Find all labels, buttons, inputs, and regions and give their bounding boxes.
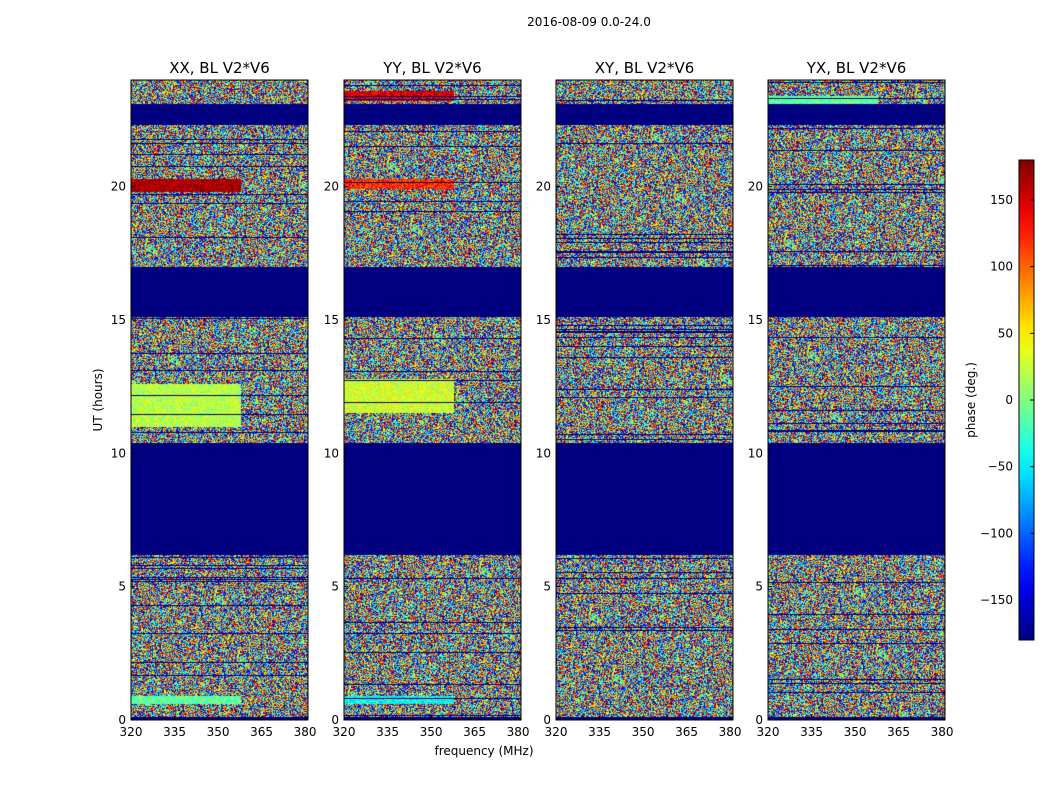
colorbar-tick-label: 150: [990, 193, 1013, 207]
heatmap-panels: XX, BL V2*V6320 335 350 365 38005101520YY, B…: [111, 59, 954, 739]
y-tick-label: 0: [543, 713, 551, 727]
y-tick-label: 10: [536, 446, 551, 460]
x-tick-label: 350: [207, 725, 230, 739]
x-tick-label: 380: [507, 725, 530, 739]
panel-1: XX, BL V2*V6 320 335 350 365 380 0 5 10 15 20: [111, 59, 317, 739]
y-tick-label: 10: [324, 446, 339, 460]
y-tick-label: 5: [543, 580, 551, 594]
panel-4: YX, BL V2*V6 320 335 350 365 380 0 5 10 15 20: [748, 59, 954, 739]
y-tick-label: 5: [755, 580, 763, 594]
x-tick-label: 365: [675, 725, 698, 739]
y-tick-label: 20: [111, 180, 126, 194]
colorbar-label: phase (deg.): [964, 362, 978, 438]
x-tick-label: 320: [757, 725, 780, 739]
y-tick-label: 10: [111, 446, 126, 460]
panel-title: YX, BL V2*V6: [806, 59, 907, 77]
colorbar-tick-label: 50: [998, 326, 1013, 340]
y-tick-label: 20: [748, 180, 763, 194]
x-tick-label: 380: [931, 725, 954, 739]
y-tick-label: 0: [118, 713, 126, 727]
x-tick-label: 320: [333, 725, 356, 739]
x-tick-label: 365: [887, 725, 910, 739]
x-tick-label: 335: [376, 725, 399, 739]
x-tick-label: 335: [800, 725, 823, 739]
colorbar-tick-label: −50: [988, 460, 1013, 474]
x-tick-label: 335: [588, 725, 611, 739]
heatmap-raster: [768, 80, 945, 720]
x-tick-label: 365: [463, 725, 486, 739]
panel-3: XY, BL V2*V6 320 335 350 365 380 0 5 10 15 20: [536, 59, 742, 739]
x-tick-label: 350: [420, 725, 443, 739]
y-tick-label: 15: [536, 313, 551, 327]
panel-title: XX, BL V2*V6: [169, 59, 270, 77]
colorbar: 150 100 50 0 −50 −100 −150: [980, 159, 1035, 641]
y-tick-label: 0: [331, 713, 339, 727]
x-tick-label: 365: [250, 725, 273, 739]
x-tick-label: 350: [844, 725, 867, 739]
y-tick-label: 15: [324, 313, 339, 327]
x-tick-label: 380: [719, 725, 742, 739]
colorbar-tick-label: −100: [980, 526, 1013, 540]
heatmap-raster: [131, 80, 308, 720]
figure: 2016-08-09 0.0-24.0 XX, BL V2*V6 320 335 35…: [91, 15, 1035, 758]
panel-title: YY, BL V2*V6: [382, 59, 481, 77]
y-tick-label: 0: [755, 713, 763, 727]
y-tick-label: 20: [536, 180, 551, 194]
y-tick-label: 15: [111, 313, 126, 327]
panel-2: YY, BL V2*V6 320 335 350 365 380 0 5 10 15 20: [324, 59, 530, 739]
heatmap-raster: [556, 80, 733, 720]
colorbar-tick-label: 100: [990, 260, 1013, 274]
x-tick-label: 320: [545, 725, 568, 739]
figure-suptitle: 2016-08-09 0.0-24.0: [527, 15, 651, 29]
y-tick-label: 5: [331, 580, 339, 594]
x-tick-label: 380: [294, 725, 317, 739]
x-axis-label: frequency (MHz): [434, 744, 533, 758]
y-tick-label: 20: [324, 180, 339, 194]
panel-title: XY, BL V2*V6: [595, 59, 695, 77]
x-tick-label: 335: [163, 725, 186, 739]
colorbar-tick-label: 0: [1005, 393, 1013, 407]
y-tick-label: 10: [748, 446, 763, 460]
y-tick-label: 5: [118, 580, 126, 594]
colorbar-tick-label: −150: [980, 593, 1013, 607]
heatmap-raster: [344, 80, 521, 720]
x-tick-label: 320: [120, 725, 143, 739]
y-axis-label: UT (hours): [91, 368, 105, 431]
y-tick-label: 15: [748, 313, 763, 327]
x-tick-label: 350: [632, 725, 655, 739]
